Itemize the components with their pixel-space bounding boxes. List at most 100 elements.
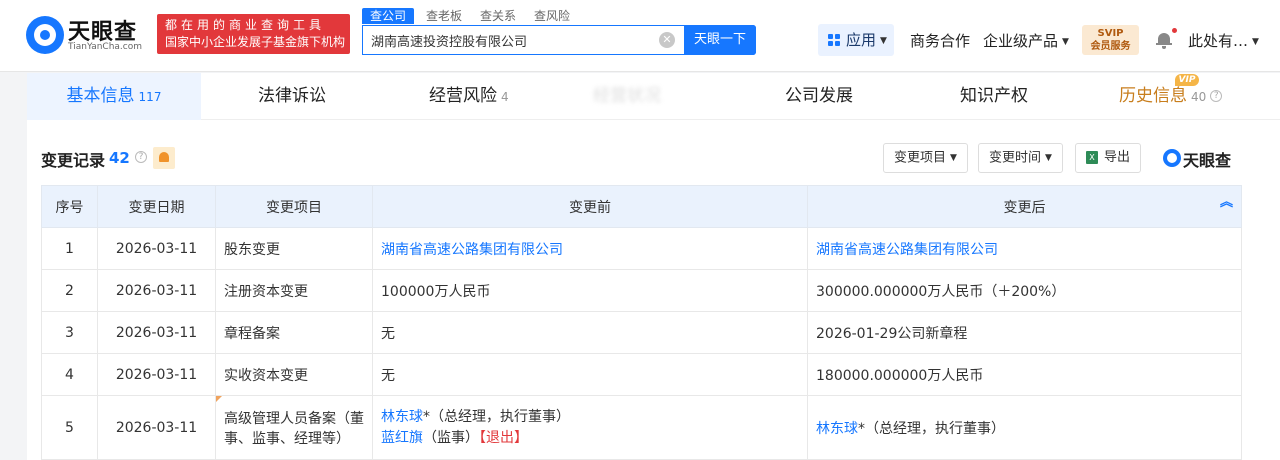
tab-search-company[interactable]: 查公司 [362, 8, 415, 24]
tianyancha-logo[interactable]: 天眼查 TianYanCha.com [26, 14, 150, 56]
filter-label: 变更时间 [989, 150, 1042, 166]
cell-item-text: 高级管理人员备案（董事、监事、经理等） [224, 410, 364, 447]
cell-before: 无 [372, 353, 808, 396]
cell-after: 180000.000000万人民币 [807, 353, 1242, 396]
cell-before: 林东球*（总经理，执行董事） 蓝红旗（监事）【退出】 [372, 395, 808, 460]
tab-search-risk[interactable]: 查风险 [534, 8, 570, 24]
tab-count: 4 [501, 90, 509, 104]
person-link[interactable]: 林东球 [381, 409, 423, 425]
tab-label: 公司发展 [785, 86, 853, 106]
apps-menu-label: 应用 [846, 31, 877, 49]
col-header-after: 变更后 ︽ [807, 185, 1242, 228]
col-header-no: 序号 [41, 185, 98, 228]
tab-search-relation[interactable]: 查关系 [480, 8, 516, 24]
help-icon[interactable]: ? [1210, 90, 1223, 102]
user-menu[interactable]: 此处有… ▼ [1188, 30, 1259, 51]
brand-text: 天眼查 [1183, 151, 1232, 170]
caret-down-icon: ▼ [1062, 36, 1069, 47]
exit-badge: 【退出】 [479, 429, 528, 446]
table-row: 4 2026-03-11 实收资本变更 无 180000.000000万人民币 [41, 353, 1242, 396]
eye-logo-icon [1163, 149, 1181, 167]
section-count: 42 [109, 149, 130, 167]
filter-change-item[interactable]: 变更项目 ▼ [883, 143, 968, 173]
filter-label: 变更项目 [894, 150, 947, 166]
filter-change-time[interactable]: 变更时间 ▼ [978, 143, 1063, 173]
tab-basic-info[interactable]: 基本信息 117 [27, 73, 201, 120]
member-service-label: 会员服务 [1090, 41, 1131, 52]
tab-ip[interactable]: 知识产权 [960, 73, 1028, 120]
tab-label: 历史信息 [1119, 86, 1187, 106]
export-label: 导出 [1104, 150, 1131, 165]
caret-down-icon: ▼ [1252, 36, 1259, 47]
cell-item: 注册资本变更 [215, 269, 373, 312]
person-link[interactable]: 蓝红旗 [381, 430, 423, 446]
main-tabs: 基本信息 117 法律诉讼 经营风险 4 经营状况 公司发展 知识产权 历史信息 40… [27, 73, 1280, 120]
cell-before: 无 [372, 311, 808, 354]
cell-item: 章程备案 [215, 311, 373, 354]
clear-icon[interactable]: ✕ [659, 32, 675, 48]
eye-logo-icon [26, 16, 64, 54]
caret-down-icon: ▼ [950, 153, 957, 163]
cell-date: 2026-03-11 [97, 311, 216, 354]
bell-icon[interactable] [1156, 31, 1172, 49]
search-input[interactable] [363, 26, 685, 54]
tab-operation[interactable]: 经营状况 [593, 73, 661, 120]
apps-menu[interactable]: 应用 ▼ [818, 24, 894, 56]
change-records-table: 序号 变更日期 变更项目 变更前 变更后 ︽ 1 2026-03-11 股东变更 … [41, 185, 1242, 460]
cell-date: 2026-03-11 [97, 227, 216, 270]
cell-item: 高级管理人员备案（董事、监事、经理等） [215, 395, 373, 460]
slogan-banner: 都在用的商业查询工具 国家中小企业发展子基金旗下机构 [157, 14, 350, 54]
company-link[interactable]: 湖南省高速公路集团有限公司 [381, 242, 563, 258]
tab-legal[interactable]: 法律诉讼 [258, 73, 326, 120]
table-row: 2 2026-03-11 注册资本变更 100000万人民币 300000.00… [41, 269, 1242, 312]
collapse-up-icon[interactable]: ︽ [1220, 196, 1233, 209]
caret-down-icon: ▼ [880, 35, 887, 46]
cell-date: 2026-03-11 [97, 395, 216, 460]
tab-count: 117 [138, 90, 162, 104]
person-role: *（总经理，执行董事） [858, 420, 1005, 437]
cell-before: 100000万人民币 [372, 269, 808, 312]
company-card: 基本信息 117 法律诉讼 经营风险 4 经营状况 公司发展 知识产权 历史信息 40… [27, 73, 1280, 460]
cell-after: 300000.000000万人民币（＋200%） [807, 269, 1242, 312]
vip-tag: VIP [1175, 74, 1199, 86]
bell-icon [159, 152, 169, 162]
col-header-date: 变更日期 [97, 185, 216, 228]
monitor-bell-button[interactable] [153, 147, 175, 169]
tab-label: 法律诉讼 [258, 86, 326, 106]
unread-dot [1172, 28, 1177, 33]
cell-after: 林东球*（总经理，执行董事） [807, 395, 1242, 460]
tab-business-risk[interactable]: 经营风险 4 [429, 73, 509, 120]
section-title: 变更记录 [41, 151, 106, 170]
svip-label: SVIP [1097, 28, 1124, 39]
search-box: ✕ 天眼一下 [362, 25, 756, 55]
cell-item: 股东变更 [215, 227, 373, 270]
excel-icon: X [1086, 151, 1098, 164]
export-button[interactable]: X 导出 [1075, 143, 1142, 173]
svip-member-button[interactable]: SVIP 会员服务 [1082, 25, 1139, 55]
tab-label: 知识产权 [960, 86, 1028, 106]
cell-no: 2 [41, 269, 98, 312]
person-link[interactable]: 林东球 [816, 421, 858, 437]
logo-domain: TianYanCha.com [68, 42, 143, 52]
tab-search-boss[interactable]: 查老板 [426, 8, 462, 24]
person-role: *（总经理，执行董事） [423, 408, 570, 425]
cell-no: 3 [41, 311, 98, 354]
nav-business-cooperation[interactable]: 商务合作 [910, 30, 970, 51]
brand-watermark: 天眼查 [1163, 147, 1243, 171]
tab-count: 40 [1191, 90, 1207, 104]
table-row: 5 2026-03-11 高级管理人员备案（董事、监事、经理等） 林东球*（总经… [41, 395, 1242, 460]
cell-no: 1 [41, 227, 98, 270]
tab-history[interactable]: 历史信息 40? [1119, 73, 1223, 120]
nav-enterprise-products[interactable]: 企业级产品 ▼ [983, 30, 1069, 51]
search-button[interactable]: 天眼一下 [684, 25, 756, 55]
cell-no: 4 [41, 353, 98, 396]
table-row: 3 2026-03-11 章程备案 无 2026-01-29公司新章程 [41, 311, 1242, 354]
company-link[interactable]: 湖南省高速公路集团有限公司 [816, 242, 998, 258]
caret-down-icon: ▼ [1045, 153, 1052, 163]
tab-development[interactable]: 公司发展 [785, 73, 853, 120]
col-header-item: 变更项目 [215, 185, 373, 228]
slogan-line1: 都在用的商业查询工具 [165, 18, 326, 32]
nav-enterprise-label: 企业级产品 [983, 32, 1059, 50]
table-row: 1 2026-03-11 股东变更 湖南省高速公路集团有限公司 湖南省高速公路集… [41, 227, 1242, 270]
help-icon[interactable]: ? [135, 151, 147, 163]
